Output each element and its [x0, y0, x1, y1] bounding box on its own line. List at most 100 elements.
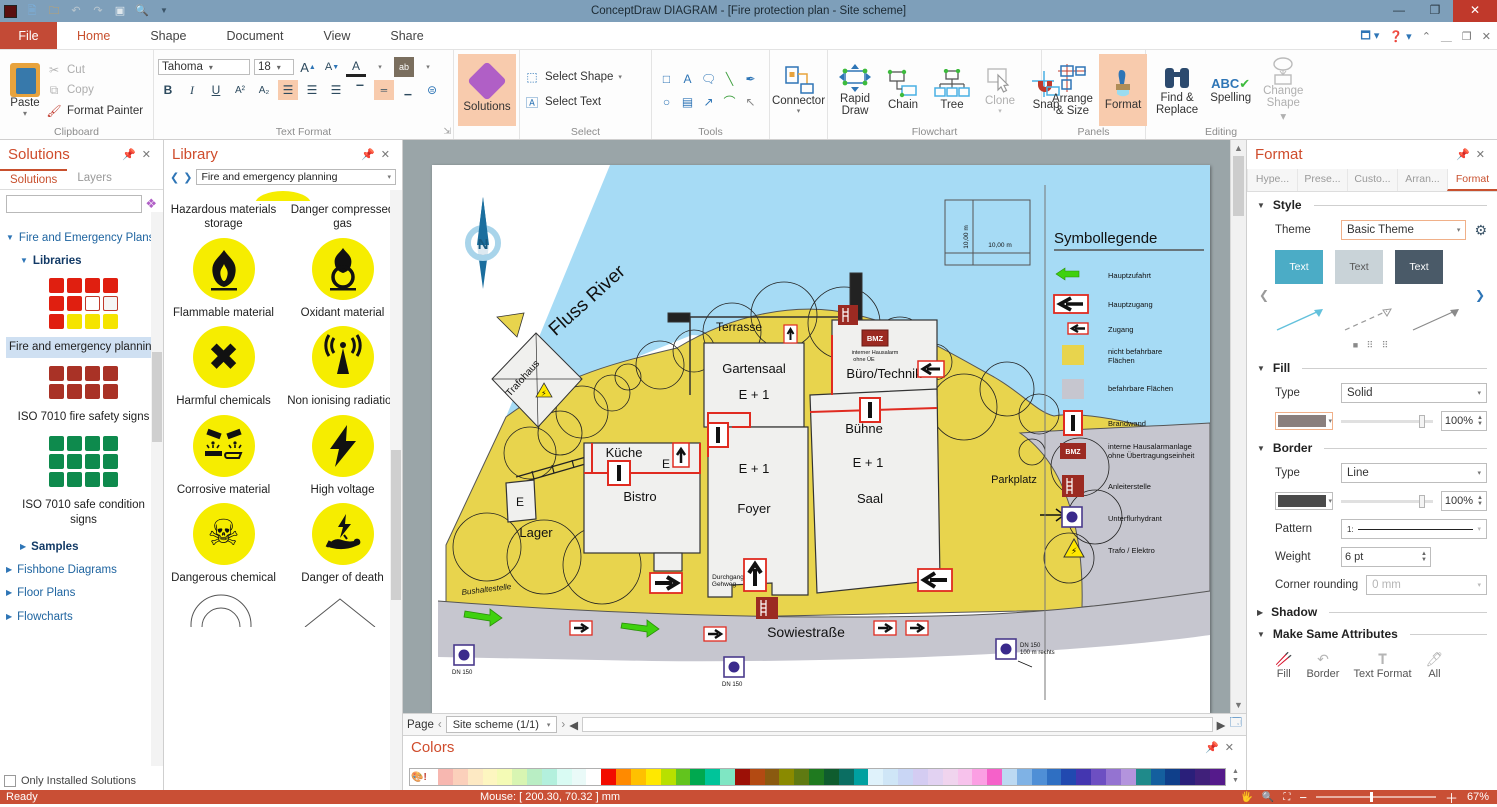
msa-fill-button[interactable]: 🥢 Fill	[1275, 651, 1292, 680]
color-swatch[interactable]	[868, 769, 884, 785]
highlight-icon[interactable]: ab	[394, 57, 414, 77]
color-swatch[interactable]	[898, 769, 913, 785]
color-swatch[interactable]	[913, 769, 928, 785]
shape-label[interactable]: High voltage	[309, 483, 377, 497]
shape-oxidant-material[interactable]	[311, 237, 374, 300]
border-weight-spinner[interactable]: 6 pt ▲ ▼	[1341, 547, 1431, 567]
tab-shape[interactable]: Shape	[130, 22, 206, 49]
color-swatch[interactable]	[482, 769, 498, 785]
color-swatch[interactable]	[497, 769, 513, 785]
zoom-out-icon[interactable]: −	[1299, 790, 1307, 805]
color-swatch[interactable]	[838, 769, 854, 785]
color-swatch[interactable]	[675, 769, 691, 785]
tree-item-floor-plans[interactable]: ▶ Floor Plans	[6, 586, 161, 600]
line-tool-icon[interactable]: ╲	[719, 69, 740, 88]
color-swatch[interactable]	[586, 769, 602, 785]
color-swatch[interactable]	[1002, 769, 1017, 785]
theme-settings-gear-icon[interactable]: ⚙	[1474, 222, 1487, 239]
shape-corrosive-material[interactable]	[192, 414, 255, 477]
text-format-dialog-launcher-icon[interactable]: ⇲	[443, 126, 451, 137]
color-swatch[interactable]	[1209, 769, 1225, 785]
new-page-icon[interactable]: 🗔	[1230, 715, 1242, 734]
pan-tool-icon[interactable]: 🖐	[1240, 792, 1252, 803]
shape-label[interactable]: Harmful chemicals	[174, 394, 273, 408]
border-pattern-select[interactable]: 1: ▾	[1341, 519, 1487, 539]
layers-tab[interactable]: Layers	[67, 169, 122, 189]
shape-label[interactable]: Hazardous materials storage	[164, 203, 283, 232]
solutions-button[interactable]: Solutions	[458, 54, 516, 126]
rapid-draw-button[interactable]: Rapid Draw	[832, 54, 878, 126]
library-preview-grid-2[interactable]	[6, 365, 161, 399]
color-swatch[interactable]	[1195, 769, 1210, 785]
color-swatch[interactable]	[972, 769, 988, 785]
color-swatch[interactable]	[467, 769, 483, 785]
solutions-scrollbar[interactable]	[151, 212, 163, 766]
tab-hyperlink[interactable]: Hype...	[1247, 169, 1297, 191]
style-next-icon[interactable]: ❯	[1475, 288, 1485, 302]
change-shape-button[interactable]: Change Shape ▾	[1257, 54, 1309, 126]
shadow-section-header[interactable]: ▶ Shadow	[1257, 605, 1487, 619]
tree-item-flowcharts[interactable]: ▶ Flowcharts	[6, 610, 161, 624]
corner-rounding-select[interactable]: 0 mm ▾	[1366, 575, 1487, 595]
fill-color-swatch[interactable]: ▾	[1275, 412, 1333, 430]
align-right-icon[interactable]: ☰	[326, 80, 346, 100]
arc-tool-icon[interactable]: ⌒	[719, 92, 740, 111]
copy-button[interactable]: ⧉ Copy	[46, 83, 143, 98]
color-swatch[interactable]	[1165, 769, 1181, 785]
library-forward-icon[interactable]: ❯	[183, 171, 192, 184]
color-swatch[interactable]	[645, 769, 661, 785]
doc-minimize-icon[interactable]: ＿	[1441, 28, 1452, 44]
color-swatch[interactable]	[764, 769, 780, 785]
fill-opacity-spinner[interactable]: 100% ▲ ▼	[1440, 411, 1487, 431]
color-swatch[interactable]	[705, 769, 721, 785]
color-swatch[interactable]	[1150, 769, 1166, 785]
underline-icon[interactable]: U	[206, 80, 226, 100]
shape-dangerous-chemical[interactable]: ☠	[192, 502, 255, 565]
shape-label[interactable]: Oxidant material	[299, 306, 387, 320]
palette-scroll[interactable]: ▲ ▼	[1229, 767, 1242, 787]
collapse-ribbon-icon[interactable]: ⌃	[1422, 30, 1431, 43]
color-swatch[interactable]	[630, 769, 646, 785]
solutions-search-icon[interactable]: ❖	[145, 196, 157, 212]
color-swatch[interactable]	[720, 769, 735, 785]
color-swatch[interactable]	[794, 769, 810, 785]
canvas-vertical-scrollbar[interactable]: ▲ ▼	[1230, 140, 1246, 713]
tree-item-libraries[interactable]: ▼ Libraries	[20, 254, 161, 268]
library-preview-grid-3[interactable]	[6, 435, 161, 487]
shape-label[interactable]: Flammable material	[171, 306, 276, 320]
border-color-swatch[interactable]: ▾	[1275, 492, 1333, 510]
close-icon[interactable]: ✕	[1476, 149, 1491, 161]
color-swatch[interactable]	[957, 769, 973, 785]
shrink-font-icon[interactable]: A ▼	[322, 57, 342, 77]
color-swatch[interactable]	[1105, 769, 1121, 785]
bold-icon[interactable]: B	[158, 80, 178, 100]
color-swatch[interactable]	[1046, 769, 1062, 785]
align-center-icon[interactable]: ☰	[302, 80, 322, 100]
text-tool-icon[interactable]: A	[677, 69, 698, 88]
color-swatch[interactable]	[734, 769, 750, 785]
chain-button[interactable]: Chain	[880, 54, 926, 126]
rectangle-tool-icon[interactable]: □	[656, 69, 677, 88]
tab-custom[interactable]: Custo...	[1347, 169, 1397, 191]
superscript-icon[interactable]: A²	[230, 80, 250, 100]
color-swatch[interactable]	[749, 769, 765, 785]
valign-top-icon[interactable]: ▔	[350, 80, 370, 100]
line-style-1[interactable]	[1275, 306, 1327, 332]
pin-icon[interactable]: 📌	[1456, 149, 1476, 161]
shape-harmful-chemicals[interactable]: ✖	[192, 326, 255, 389]
fill-type-select[interactable]: Solid ▾	[1341, 383, 1487, 403]
color-swatch[interactable]	[601, 769, 617, 785]
zoom-slider[interactable]	[1315, 792, 1436, 802]
document-page[interactable]: Trafohaus ⚡ Terrasse Gartensaal E + 1 Bü…	[432, 165, 1211, 713]
cut-button[interactable]: ✂ Cut	[46, 63, 143, 77]
color-swatch[interactable]	[942, 769, 958, 785]
select-shape-button[interactable]: ⬚ Select Shape ▾	[524, 70, 647, 84]
shape-label[interactable]: Corrosive material	[175, 483, 272, 497]
color-swatch[interactable]	[660, 769, 676, 785]
color-swatch[interactable]	[571, 769, 587, 785]
solutions-tab[interactable]: Solutions	[0, 169, 68, 189]
minimize-button[interactable]: —	[1381, 0, 1417, 22]
style-swatch-1[interactable]: Text	[1275, 250, 1323, 284]
format-painter-button[interactable]: 🖌 Format Painter	[46, 104, 143, 118]
hscroll-right-icon[interactable]: ▶	[1217, 718, 1226, 732]
